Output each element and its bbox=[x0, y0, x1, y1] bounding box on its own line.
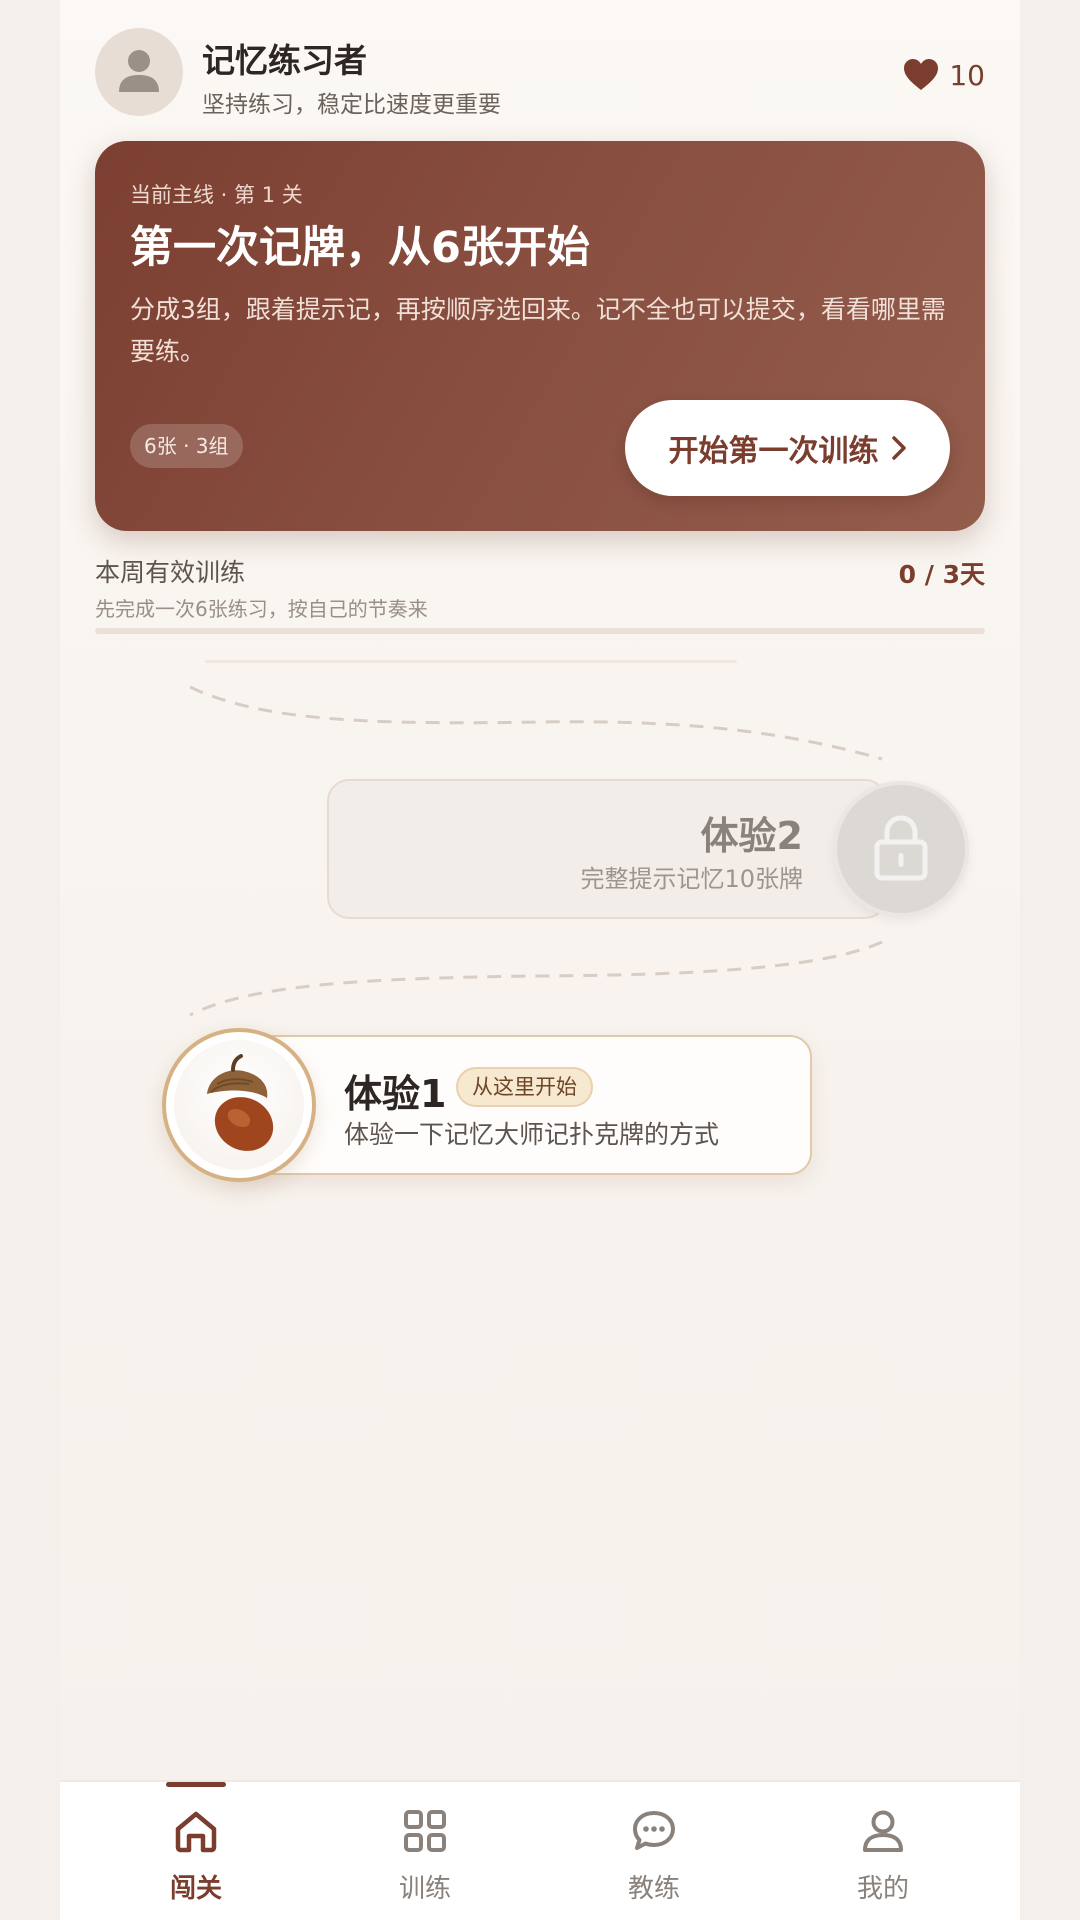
nav-active-indicator bbox=[166, 1782, 226, 1787]
hearts-counter[interactable]: 10 bbox=[903, 55, 985, 95]
weekly-value: 0 / 3天 bbox=[898, 560, 985, 589]
divider bbox=[205, 660, 737, 663]
chevron-right-icon bbox=[891, 436, 906, 460]
nav-item-training[interactable]: 训练 bbox=[335, 1782, 515, 1920]
nav-item-coach[interactable]: 教练 bbox=[564, 1782, 744, 1920]
nav-label: 教练 bbox=[627, 1874, 680, 1904]
level-subtitle: 完整提示记忆10张牌 bbox=[580, 865, 803, 893]
nav-label: 训练 bbox=[398, 1874, 451, 1904]
acorn-icon bbox=[207, 1054, 274, 1151]
start-training-label: 开始第一次训练 bbox=[668, 434, 879, 469]
weekly-progress: 本周有效训练 先完成一次6张练习，按自己的节奏来 0 / 3天 bbox=[95, 553, 985, 634]
nav-item-profile[interactable]: 我的 bbox=[793, 1782, 973, 1920]
mission-tag: 6张 · 3组 bbox=[130, 424, 243, 468]
app-screen: 记忆练习者 坚持练习，稳定比速度更重要 10 当前主线 · 第 1 关 第一次记… bbox=[60, 0, 1020, 1920]
header: 记忆练习者 坚持练习，稳定比速度更重要 10 bbox=[95, 28, 985, 118]
home-icon bbox=[175, 1811, 217, 1853]
hearts-count: 10 bbox=[949, 58, 985, 92]
start-here-badge: 从这里开始 bbox=[456, 1067, 593, 1107]
nav-label: 闯关 bbox=[169, 1874, 222, 1904]
bottom-nav: 闯关 训练 教练 我的 bbox=[60, 1780, 1020, 1920]
level-title: 体验2 bbox=[700, 814, 803, 858]
lock-icon bbox=[874, 815, 928, 881]
start-training-button[interactable]: 开始第一次训练 bbox=[625, 400, 950, 496]
level-subtitle: 体验一下记忆大师记扑克牌的方式 bbox=[344, 1120, 720, 1149]
mission-title: 第一次记牌，从6张开始 bbox=[130, 223, 590, 273]
current-mission-card: 当前主线 · 第 1 关 第一次记牌，从6张开始 分成3组，跟着提示记，再按顺序… bbox=[95, 141, 985, 531]
mission-eyebrow: 当前主线 · 第 1 关 bbox=[130, 183, 303, 207]
grid-icon bbox=[404, 1810, 446, 1852]
profile-icon bbox=[863, 1810, 903, 1852]
heart-icon bbox=[904, 59, 939, 90]
user-name: 记忆练习者 bbox=[202, 41, 367, 80]
weekly-progress-track bbox=[95, 628, 985, 634]
weekly-subtitle: 先完成一次6张练习，按自己的节奏来 bbox=[95, 597, 428, 621]
level-node-current[interactable] bbox=[162, 1028, 316, 1182]
nav-label: 我的 bbox=[856, 1874, 909, 1904]
level-node-locked[interactable] bbox=[833, 781, 969, 917]
level-card-locked[interactable]: 体验2 完整提示记忆10张牌 bbox=[327, 779, 887, 919]
chat-icon bbox=[633, 1811, 675, 1850]
level-title: 体验1 bbox=[344, 1072, 447, 1116]
nav-item-levels[interactable]: 闯关 bbox=[106, 1782, 286, 1920]
weekly-label: 本周有效训练 bbox=[95, 558, 246, 587]
avatar[interactable] bbox=[95, 28, 183, 116]
user-motto: 坚持练习，稳定比速度更重要 bbox=[202, 92, 501, 118]
user-avatar-icon bbox=[119, 50, 159, 92]
mission-description: 分成3组，跟着提示记，再按顺序选回来。记不全也可以提交，看看哪里需要练。 bbox=[130, 295, 946, 366]
